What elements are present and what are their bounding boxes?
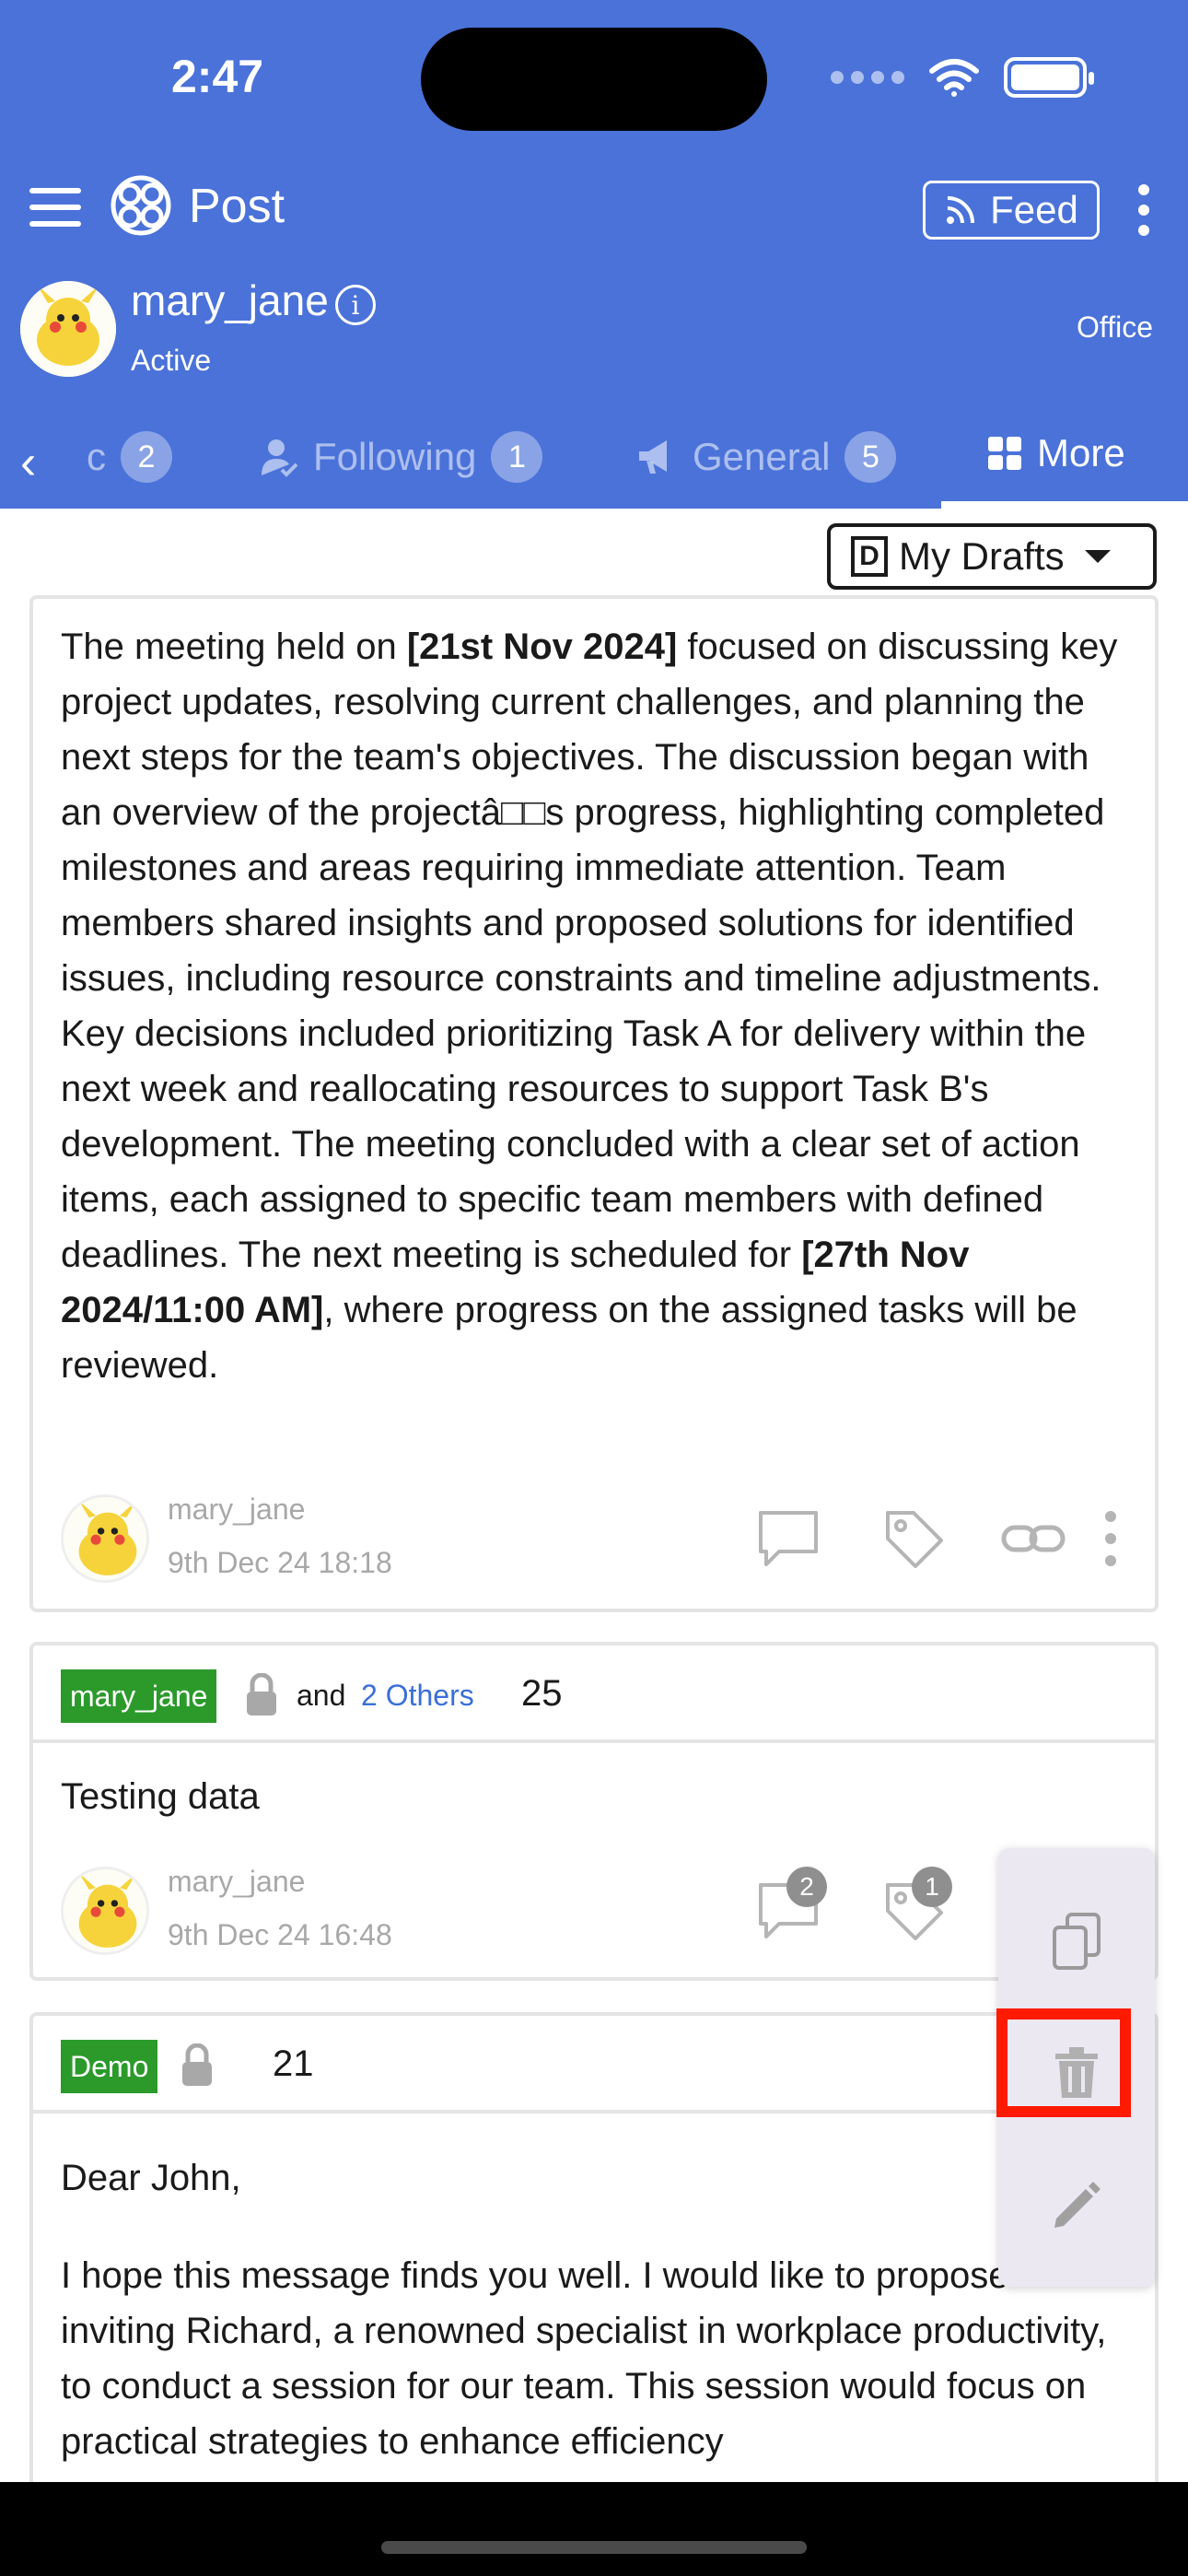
wifi-icon [929,59,979,97]
grid-icon [988,437,1021,470]
tab-label: Following [313,435,477,478]
post-card: Demo 21 Dear John, I hope this message f… [29,2012,1159,2528]
status-time: 2:47 [171,51,264,102]
post-meta: mary_jane 9th Dec 24 18:18 [61,1493,1135,1585]
link-icon[interactable] [1000,1505,1066,1572]
post-number: 25 [521,1673,563,1714]
rss-icon [947,196,975,224]
post-header: Demo 21 [33,2016,1155,2113]
tag-count-badge: 1 [912,1867,952,1907]
post-author: mary_jane [168,1493,306,1526]
post-bold-text: [21st Nov 2024] [406,626,678,667]
tab-count-badge: 5 [844,431,897,483]
status-icons [831,57,1094,98]
copy-icon [1053,1913,1101,1970]
tab-c[interactable]: c 2 [87,431,172,483]
avatar[interactable] [61,1494,149,1583]
tab-bar: ‹ c 2 Following 1 General 5 More [0,415,1188,509]
and-label: and [297,1679,346,1712]
tab-label: General [693,435,831,478]
drafts-icon: D [851,536,888,577]
more-options-icon[interactable] [1135,184,1153,236]
dynamic-island [421,28,767,131]
post-body: The meeting held on [21st Nov 2024] focu… [33,599,1155,1393]
post-card: The meeting held on [21st Nov 2024] focu… [29,595,1159,1612]
feed-label: Feed [990,188,1078,231]
selection-highlight [996,2008,1131,2117]
battery-icon [1004,57,1094,98]
username[interactable]: mary_jane [131,275,329,325]
active-tab-indicator [941,501,1188,509]
user-status: Active [131,344,212,377]
user-check-icon [262,439,298,477]
post-header: mary_jane and 2 Others 25 [33,1645,1155,1743]
group-tag[interactable]: Demo [61,2040,158,2093]
chevron-left-icon[interactable]: ‹ [20,435,36,490]
more-options-icon[interactable] [1100,1505,1122,1572]
bottom-bar [0,2482,1188,2576]
tab-general[interactable]: General 5 [635,431,897,483]
edit-button[interactable] [998,2141,1155,2270]
tag-button[interactable]: 1 [880,1867,952,1944]
info-icon[interactable]: i [335,285,376,325]
cellular-signal-icon [831,71,904,84]
app-header: 2:47 Post Feed mary_jane i Active Office… [0,0,1188,509]
feed-button[interactable]: Feed [923,181,1100,240]
post-body: I hope this message finds you well. I wo… [61,2255,1107,2462]
tag-icon[interactable] [880,1505,947,1572]
user-row: mary_jane i Active Office [0,272,1188,392]
group-tag[interactable]: mary_jane [61,1669,217,1723]
tab-following[interactable]: Following 1 [258,431,543,483]
page-title: Post [189,180,285,233]
drafts-label: My Drafts [899,534,1065,578]
tab-more[interactable]: More [987,431,1125,475]
app-logo-icon [111,175,171,236]
tab-count-badge: 1 [491,431,543,483]
home-indicator[interactable] [381,2541,807,2554]
others-link[interactable]: 2 Others [361,1679,474,1713]
post-meta: mary_jane 9th Dec 24 16:48 2 1 [61,1865,1135,1957]
lock-icon [247,1673,276,1715]
post-text-segment: The meeting held on [61,626,407,667]
comment-button[interactable]: 2 [755,1867,827,1944]
tab-label: More [1037,431,1125,474]
tab-count-badge: 2 [121,431,172,483]
comment-icon[interactable] [755,1505,821,1572]
megaphone-icon [639,440,667,474]
post-text-segment: focused on discussing key project update… [61,626,1118,1275]
location-label: Office [1077,310,1153,344]
menu-icon[interactable] [29,188,81,227]
post-author: mary_jane [168,1865,306,1898]
post-greeting: Dear John, [61,2158,241,2198]
caret-down-icon [1084,550,1111,563]
drafts-dropdown[interactable]: D My Drafts [827,523,1157,590]
copy-button[interactable] [998,1878,1155,2007]
post-card: mary_jane and 2 Others 25 Testing data m… [29,1642,1159,1981]
post-number: 21 [273,2043,314,2084]
avatar[interactable] [20,281,116,377]
post-date: 9th Dec 24 16:48 [168,1918,392,1951]
tab-label: c [87,435,106,478]
top-app-bar: Post Feed [0,166,1188,247]
avatar[interactable] [61,1867,149,1955]
post-body: Testing data [61,1776,260,1817]
comment-count-badge: 2 [786,1867,827,1907]
lock-icon [182,2043,212,2086]
pencil-icon [1054,2182,1101,2228]
post-date: 9th Dec 24 18:18 [168,1546,392,1579]
